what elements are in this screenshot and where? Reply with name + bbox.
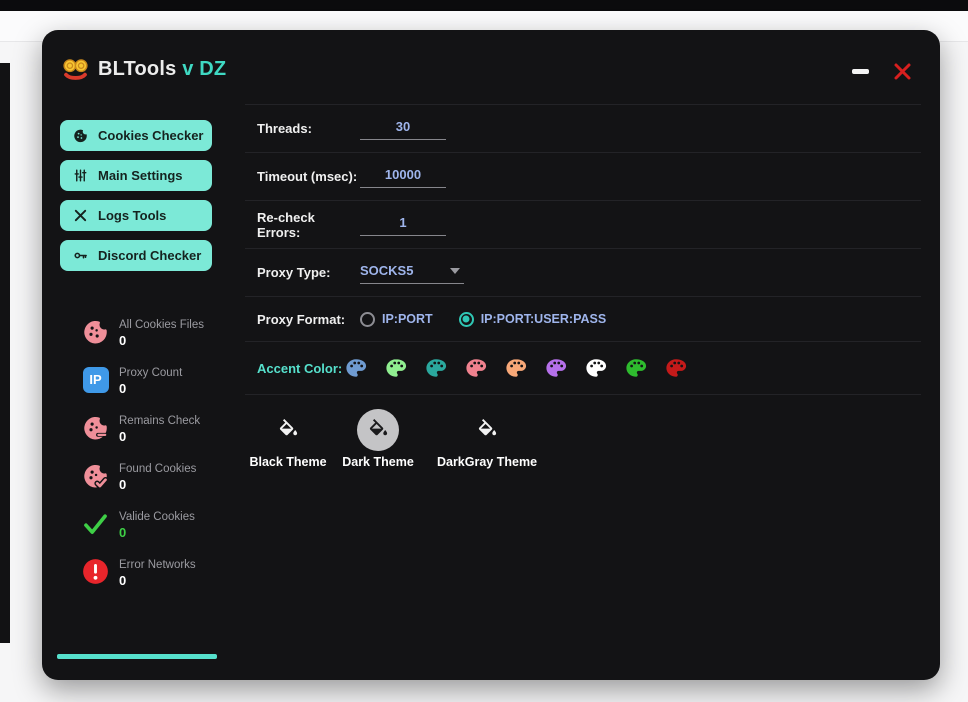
minimize-icon [852, 69, 869, 74]
threads-row: Threads: [245, 105, 921, 153]
proxy-type-label: Proxy Type: [257, 265, 360, 280]
accent-color-row: Accent Color: [245, 342, 921, 395]
app-name: BLTools [98, 58, 176, 80]
proxy-format-option-ipport[interactable]: IP:PORT [360, 312, 433, 327]
stat-value: 0 [119, 572, 196, 589]
stat-value: 0 [119, 428, 200, 445]
cookie-icon [82, 318, 109, 345]
close-icon [893, 62, 912, 81]
palette-icon[interactable] [465, 357, 487, 379]
palette-icon[interactable] [425, 357, 447, 379]
theme-darkgray-button[interactable]: DarkGray Theme [431, 409, 543, 469]
palette-icon[interactable] [545, 357, 567, 379]
chevron-down-icon [450, 268, 460, 274]
proxy-format-option-puserpass[interactable]: IP:PORT:USER:PASS [459, 312, 606, 327]
app-version: v DZ [182, 58, 226, 80]
stat-value: 0 [119, 524, 195, 541]
timeout-label: Timeout (msec): [257, 169, 360, 184]
page-title: BLTools v DZ [98, 58, 226, 81]
theme-label: DarkGray Theme [437, 455, 537, 469]
sidebar-item-label: Discord Checker [98, 248, 201, 263]
palette-icon[interactable] [585, 357, 607, 379]
sidebar-item-logs-tools[interactable]: Logs Tools [60, 200, 212, 231]
palette-icon[interactable] [625, 357, 647, 379]
recheck-errors-row: Re-check Errors: [245, 201, 921, 249]
money-face-icon [62, 56, 89, 83]
theme-label: Black Theme [249, 455, 326, 469]
stat-found-cookies: Found Cookies 0 [82, 462, 196, 493]
cookie-minus-icon [82, 414, 109, 441]
error-icon [82, 558, 109, 585]
sidebar-item-label: Main Settings [98, 168, 183, 183]
theme-black-button[interactable]: Black Theme [245, 409, 331, 469]
accent-color-label: Accent Color: [257, 361, 345, 376]
close-button[interactable] [886, 56, 918, 86]
stat-all-cookies-files: All Cookies Files 0 [82, 318, 204, 349]
paint-bucket-icon [476, 419, 499, 442]
palette-icon[interactable] [505, 357, 527, 379]
radio-icon [360, 312, 375, 327]
cookie-check-icon [82, 462, 109, 489]
stat-value: 0 [119, 380, 182, 397]
key-icon [73, 248, 88, 263]
tools-icon [73, 208, 88, 223]
sidebar-item-label: Logs Tools [98, 208, 166, 223]
paint-bucket-icon [367, 419, 390, 442]
stat-valide-cookies: Valide Cookies 0 [82, 510, 195, 541]
proxy-format-label: Proxy Format: [257, 312, 360, 327]
settings-panel: Threads: Timeout (msec): Re-check Errors… [245, 104, 921, 481]
stat-value: 0 [119, 332, 204, 349]
app-title: BLTools v DZ [62, 56, 226, 83]
stat-label: Error Networks [119, 558, 196, 572]
cookie-icon [73, 128, 88, 143]
proxy-type-select[interactable]: SOCKS5 [360, 261, 464, 284]
sidebar-item-cookies-checker[interactable]: Cookies Checker [60, 120, 212, 151]
palette-icon[interactable] [665, 357, 687, 379]
titlebar: BLTools v DZ [42, 30, 940, 104]
themes-row: Black Theme Dark Theme DarkGray Theme [245, 395, 921, 481]
recheck-errors-input[interactable] [360, 213, 446, 236]
ip-badge-icon: IP [82, 366, 109, 393]
accent-color-options [345, 357, 687, 379]
stat-label: Proxy Count [119, 366, 182, 380]
stat-proxy-count: IP Proxy Count 0 [82, 366, 182, 397]
palette-icon[interactable] [345, 357, 367, 379]
stat-label: Remains Check [119, 414, 200, 428]
paint-bucket-icon [277, 419, 300, 442]
app-window: BLTools v DZ Cookies Checker Main Settin… [42, 30, 940, 680]
stat-error-networks: Error Networks 0 [82, 558, 196, 589]
theme-label: Dark Theme [342, 455, 414, 469]
stat-label: Found Cookies [119, 462, 196, 476]
minimize-button[interactable] [842, 58, 878, 84]
radio-icon [459, 312, 474, 327]
palette-icon[interactable] [385, 357, 407, 379]
page-top-strip [0, 0, 968, 11]
threads-input[interactable] [360, 117, 446, 140]
stat-label: All Cookies Files [119, 318, 204, 332]
sidebar-item-label: Cookies Checker [98, 128, 204, 143]
proxy-type-value: SOCKS5 [360, 263, 413, 278]
timeout-input[interactable] [360, 165, 446, 188]
proxy-format-row: Proxy Format: IP:PORT IP:PORT:USER:PASS [245, 297, 921, 342]
page-left-strip [0, 63, 10, 643]
sliders-icon [73, 168, 88, 183]
threads-label: Threads: [257, 121, 360, 136]
theme-dark-button[interactable]: Dark Theme [335, 409, 421, 469]
stat-label: Valide Cookies [119, 510, 195, 524]
recheck-errors-label: Re-check Errors: [257, 210, 360, 240]
progress-bar [57, 654, 217, 659]
sidebar-item-main-settings[interactable]: Main Settings [60, 160, 212, 191]
sidebar-item-discord-checker[interactable]: Discord Checker [60, 240, 212, 271]
timeout-row: Timeout (msec): [245, 153, 921, 201]
check-icon [82, 510, 109, 537]
proxy-type-row: Proxy Type: SOCKS5 [245, 249, 921, 297]
stat-remains-check: Remains Check 0 [82, 414, 200, 445]
stat-value: 0 [119, 476, 196, 493]
